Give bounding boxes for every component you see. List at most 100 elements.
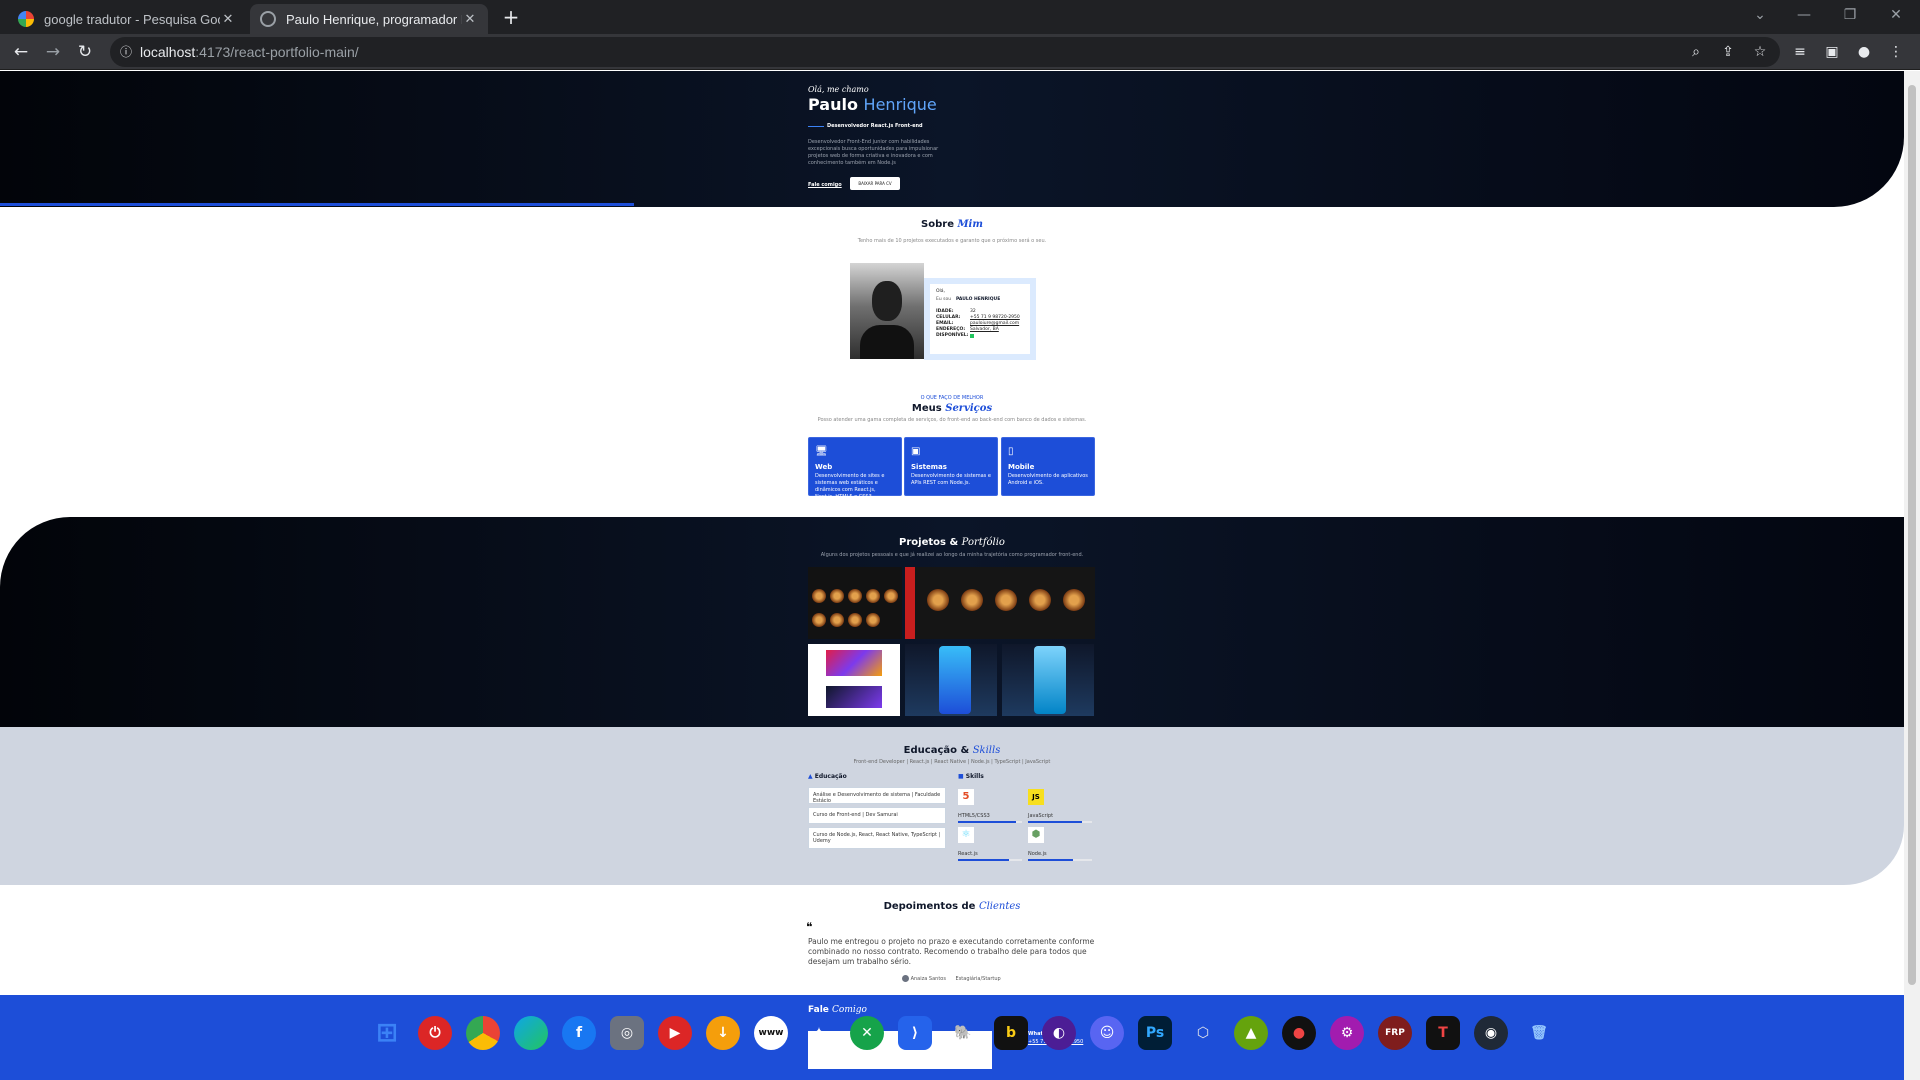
zoom-icon[interactable]: ⌕ [1686,42,1706,62]
service-card-systems[interactable]: ▣ Sistemas Desenvolvimento de sistemas e… [904,437,998,496]
testimonial-quote: Paulo me entregou o projeto no prazo e e… [808,937,1095,966]
facebook-icon[interactable]: f [562,1016,596,1050]
settings-icon[interactable]: ⚙ [1330,1016,1364,1050]
tab-portfolio[interactable]: Paulo Henrique, programador Fro ✕ [250,4,488,34]
phone-value[interactable]: +55 71 9 98720-2950 [970,315,1020,320]
project-thumb-mobile-1[interactable] [905,644,997,716]
contact-link[interactable]: Fale comigo [808,182,842,188]
service-card-mobile[interactable]: ▯ Mobile Desenvolvimento de aplicativos … [1001,437,1095,496]
service-desc: Desenvolvimento de sistemas e APIs REST … [911,473,991,486]
tab-title: google tradutor - Pesquisa Goog [44,11,220,27]
share-icon[interactable]: ⇪ [1718,42,1738,62]
education-title: Educação & Skills [0,745,1904,756]
contact-title-script: Comigo [832,1005,867,1015]
about-title-script: Mim [957,219,983,230]
android-icon[interactable]: ▲ [1234,1016,1268,1050]
photoshop-icon[interactable]: Ps [1138,1016,1172,1050]
skill-name: HTML5/CSS3 [958,813,990,819]
about-card: Olá, Eu sou PAULO HENRIQUE IDADE: 32 CEL… [930,284,1030,354]
cursor-icon[interactable]: ✦ [802,1016,836,1050]
info-icon[interactable]: ⓘ [116,42,136,62]
frp-icon[interactable]: FRP [1378,1016,1412,1050]
red-sidebar [905,567,915,639]
new-tab-button[interactable]: + [499,6,523,30]
minimize-icon[interactable]: — [1784,4,1824,26]
email-value[interactable]: pauloiure@gmail.com [970,321,1019,326]
edu-heading-text: Educação [814,773,847,780]
www-icon[interactable]: www [754,1016,788,1050]
education-title-script: Skills [972,745,1001,756]
services-title-text: Meus [911,403,942,414]
services-title: Meus Serviços [0,403,1904,414]
windows-start-icon[interactable]: ⊞ [370,1016,404,1050]
scrollbar-thumb[interactable] [1908,85,1916,985]
chevron-down-icon[interactable]: ⌄ [1740,4,1780,26]
url-text[interactable]: localhost:4173/react-portfolio-main/ [140,44,359,60]
star-icon[interactable]: ☆ [1750,42,1770,62]
project-thumb-food-1[interactable] [808,567,902,639]
skill-bar [1028,821,1092,823]
instagram-icon[interactable]: ◎ [610,1016,644,1050]
menu-icon[interactable]: ⋮ [1886,42,1906,62]
monitor-icon: 🖥 [815,446,828,457]
contact-title: Fale Comigo [808,1005,867,1015]
services-title-script: Serviços [945,403,993,414]
profile-icon[interactable]: ● [1854,42,1874,62]
projects-title-script: Portfólio [961,537,1005,548]
vscode-icon[interactable]: ⟩ [898,1016,932,1050]
b-icon[interactable]: b [994,1016,1028,1050]
profile-photo [850,263,924,359]
edge-icon[interactable] [514,1016,548,1050]
restore-icon[interactable]: ❐ [1830,4,1870,26]
testimonial-role: Estagiária/Startup [955,976,1001,982]
age-value: 32 [970,309,976,314]
download-icon[interactable]: ↓ [706,1016,740,1050]
projects-title: Projetos & Portfólio [0,537,1904,548]
sidepanel-icon[interactable]: ▣ [1822,42,1842,62]
close-window-icon[interactable]: ✕ [1876,4,1916,26]
project-thumb-food-2[interactable] [905,567,1095,639]
postgres-icon[interactable]: 🐘 [946,1016,980,1050]
close-tab-icon[interactable]: ✕ [220,11,236,27]
media-icon[interactable]: ≡ [1790,42,1810,62]
page-scrollbar[interactable] [1904,71,1920,1080]
tab-google-translate[interactable]: google tradutor - Pesquisa Goog ✕ [8,4,246,34]
edu-item: Análise e Desenvolvimento de sistema | F… [808,787,946,804]
xbox-icon[interactable]: ✕ [850,1016,884,1050]
hero-name: Paulo Henrique [808,95,937,114]
address-label: ENDEREÇO: [936,327,966,332]
record-icon[interactable]: ● [1282,1016,1316,1050]
forward-icon[interactable]: → [42,41,64,63]
checkbox-icon: ■ [958,773,964,780]
chrome-icon[interactable] [466,1016,500,1050]
edu-item: Curso de Front-end | Dev Samurai [808,807,946,824]
cube-icon[interactable]: ⬡ [1186,1016,1220,1050]
projects-title-text: Projetos & [899,537,959,548]
address-bar[interactable]: ⓘ localhost:4173/react-portfolio-main/ ⌕… [110,37,1780,67]
back-icon[interactable]: ← [10,41,32,63]
camera-icon[interactable]: ◉ [1474,1016,1508,1050]
skills-heading: ■ Skills [958,773,984,780]
contact-title-text: Fale [808,1005,829,1015]
reload-icon[interactable]: ↻ [74,41,96,63]
download-cv-button[interactable]: BAIXAR PARA CV [850,177,900,190]
browser-toolbar: ← → ↻ ⓘ localhost:4173/react-portfolio-m… [0,34,1920,70]
services-subtitle: Posso atender uma gama completa de servi… [817,417,1087,423]
figma-icon[interactable]: T [1426,1016,1460,1050]
skills-heading-text: Skills [965,773,984,780]
close-tab-icon[interactable]: ✕ [462,11,478,27]
project-thumb-mobile-2[interactable] [1002,644,1094,716]
skill-bar [1028,859,1092,861]
face-shape [872,281,902,321]
service-card-web[interactable]: 🖥 Web Desenvolvimento de sites e sistema… [808,437,902,500]
project-thumb-colorful[interactable] [808,644,900,716]
discord-icon[interactable]: ☺ [1090,1016,1124,1050]
trash-icon[interactable]: 🗑 [1522,1016,1556,1050]
eclipse-icon[interactable]: ◐ [1042,1016,1076,1050]
education-title-text: Educação & [903,745,970,756]
hero-divider [808,126,824,127]
graduation-cap-icon: ▲ [808,773,813,780]
youtube-icon[interactable]: ▶ [658,1016,692,1050]
hero-role: Desenvolvedor React.js Front-end [827,123,923,129]
power-icon[interactable]: ⏻ [418,1016,452,1050]
